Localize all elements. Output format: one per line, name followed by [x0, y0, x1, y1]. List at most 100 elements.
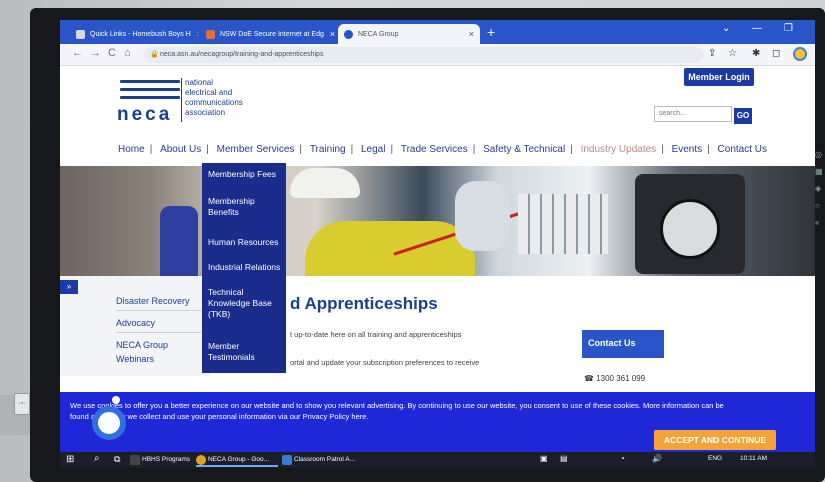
taskbar-app-hbhs-programs[interactable]: HBHS Programs	[130, 453, 194, 467]
tab-label: NSW DoE Secure Internet at Edg	[220, 30, 324, 38]
back-icon[interactable]: ←	[72, 47, 83, 59]
page-title: d Apprenticeships	[290, 294, 438, 313]
member-services-dropdown: Membership Fees Membership Benefits Huma…	[202, 163, 286, 373]
subnav-divider	[116, 332, 204, 333]
tab-nsw-doe[interactable]: NSW DoE Secure Internet at Edg ×	[200, 24, 336, 44]
taskbar-app-label: NECA Group - Goo...	[208, 456, 270, 463]
subnav-advocacy[interactable]: Advocacy	[116, 318, 155, 328]
nav-about-us[interactable]: About Us	[160, 144, 201, 155]
restore-button[interactable]: ❐	[784, 23, 793, 34]
nav-contact-us[interactable]: Contact Us	[718, 144, 767, 155]
taskbar-app-classroom-patrol[interactable]: Classroom Patrol A...	[282, 453, 368, 467]
new-tab-button[interactable]: +	[487, 24, 495, 40]
hero-vest-shape	[305, 221, 475, 276]
nav-home[interactable]: Home	[118, 144, 145, 155]
subnav-neca-group[interactable]: NECA Group	[116, 340, 168, 350]
edge-sidebar: ◎ ▦ ◈ ○ «	[815, 150, 825, 260]
sidebar-icon[interactable]: ◻	[772, 48, 780, 59]
tray-folder-icon[interactable]: ▤	[560, 454, 568, 463]
dropdown-human-resources[interactable]: Human Resources	[208, 237, 286, 248]
search-icon[interactable]: ⌕	[94, 453, 100, 464]
nav-separator: |	[472, 144, 476, 155]
widget-handle-icon	[112, 396, 120, 404]
contact-phone[interactable]: ☎ 1300 361 099	[584, 374, 645, 383]
search-go-button[interactable]: GO	[734, 108, 752, 124]
taskbar-app-neca-chrome[interactable]: NECA Group - Goo...	[196, 453, 278, 467]
bookmark-star-icon[interactable]: ☆	[728, 48, 737, 59]
url-bar[interactable]: 🔒 neca.asn.au/necagroup/training-and-app…	[144, 47, 704, 63]
language-indicator[interactable]: ENG	[708, 455, 722, 462]
contact-us-box[interactable]: Contact Us	[582, 330, 664, 358]
dropdown-industrial-relations[interactable]: Industrial Relations	[208, 262, 286, 273]
nav-separator: |	[390, 144, 394, 155]
address-toolbar: ← → C ⌂ 🔒 neca.asn.au/necagroup/training…	[60, 44, 815, 66]
web-page: neca national electrical and communicati…	[60, 66, 815, 468]
intro-paragraph: ortal and update your subscription prefe…	[290, 358, 480, 367]
hero-terminals-shape	[518, 194, 608, 254]
nav-industry-updates[interactable]: Industry Updates	[581, 144, 657, 155]
sidebar-toggle-button[interactable]: »	[60, 280, 78, 294]
volume-icon[interactable]: 🔊	[652, 454, 662, 463]
browser-tab-bar: Quick Links - Homebush Boys H × NSW DoE …	[60, 20, 815, 44]
favicon-icon	[76, 29, 85, 39]
cookie-message: We use cookies to offer you a better exp…	[70, 400, 800, 422]
nav-separator: |	[570, 144, 573, 155]
start-menu-icon[interactable]: ⊞	[66, 454, 74, 465]
tab-label: NECA Group	[358, 30, 399, 38]
edge-sidebar-icon[interactable]: ◈	[815, 184, 825, 193]
tab-close-icon[interactable]: ×	[463, 29, 474, 39]
edge-sidebar-icon[interactable]: ◎	[815, 150, 825, 159]
nav-separator: |	[299, 144, 303, 155]
tab-close-icon[interactable]: ×	[324, 29, 335, 39]
logo-wordmark[interactable]: neca	[117, 104, 172, 126]
dropdown-membership-fees[interactable]: Membership Fees	[208, 169, 286, 180]
neca-logo-icon[interactable]	[120, 80, 180, 104]
tab-close-icon[interactable]: ×	[191, 29, 198, 39]
accept-and-continue-button[interactable]: ACCEPT AND CONTINUE	[654, 430, 776, 450]
tagline-line: association	[185, 108, 226, 117]
tagline-line: electrical and	[185, 88, 233, 97]
minimize-button[interactable]: —	[752, 23, 762, 34]
cookie-message-line: found about how we collect and use your …	[70, 412, 369, 421]
tab-quick-links[interactable]: Quick Links - Homebush Boys H ×	[70, 24, 198, 44]
classroom-patrol-icon	[282, 455, 292, 465]
usb-hub-device: ·▫·	[14, 393, 30, 415]
tab-neca-group[interactable]: NECA Group ×	[338, 24, 480, 44]
tray-network-icon[interactable]: ◔	[620, 454, 625, 463]
profile-avatar[interactable]	[793, 47, 807, 61]
tray-app-icon[interactable]: ▣	[540, 454, 548, 463]
dropdown-membership-benefits[interactable]: Membership Benefits	[208, 196, 286, 218]
nav-separator: |	[707, 144, 710, 155]
subnav-disaster-recovery[interactable]: Disaster Recovery	[116, 296, 190, 306]
nav-trade-services[interactable]: Trade Services	[401, 144, 468, 155]
nav-safety-technical[interactable]: Safety & Technical	[483, 144, 565, 155]
nav-legal[interactable]: Legal	[361, 144, 385, 155]
accessibility-widget-icon[interactable]	[92, 406, 126, 440]
edge-sidebar-icon[interactable]: ▦	[815, 167, 825, 176]
tab-search-icon[interactable]: ⌄	[722, 23, 730, 34]
dropdown-technical-knowledge-base[interactable]: Technical Knowledge Base (TKB)	[208, 287, 278, 320]
clock[interactable]: 10:11 AM	[740, 455, 767, 462]
site-search-input[interactable]: search...	[654, 106, 732, 122]
extensions-icon[interactable]: ✱	[752, 48, 760, 59]
edge-sidebar-icon[interactable]: ○	[815, 201, 825, 210]
home-icon[interactable]: ⌂	[124, 47, 131, 59]
hero-glove-shape	[455, 181, 510, 251]
reload-icon[interactable]: C	[108, 47, 116, 59]
forward-icon[interactable]: →	[90, 47, 101, 59]
logo-tagline: national electrical and communications a…	[185, 78, 243, 118]
member-login-button[interactable]: Member Login	[684, 68, 754, 86]
tagline-line: communications	[185, 98, 243, 107]
nav-training[interactable]: Training	[310, 144, 346, 155]
tagline-line: national	[185, 78, 214, 87]
favicon-icon	[344, 29, 353, 39]
nav-separator: |	[206, 144, 209, 155]
subnav-webinars[interactable]: Webinars	[116, 354, 154, 364]
task-view-icon[interactable]: ⧉	[114, 454, 120, 465]
nav-events[interactable]: Events	[672, 144, 703, 155]
nav-member-services[interactable]: Member Services	[217, 144, 295, 155]
share-icon[interactable]: ⇪	[708, 48, 716, 59]
hero-helmet-shape	[290, 168, 360, 198]
edge-collapse-icon[interactable]: «	[815, 218, 825, 227]
dropdown-member-testimonials[interactable]: Member Testimonials	[208, 341, 278, 363]
